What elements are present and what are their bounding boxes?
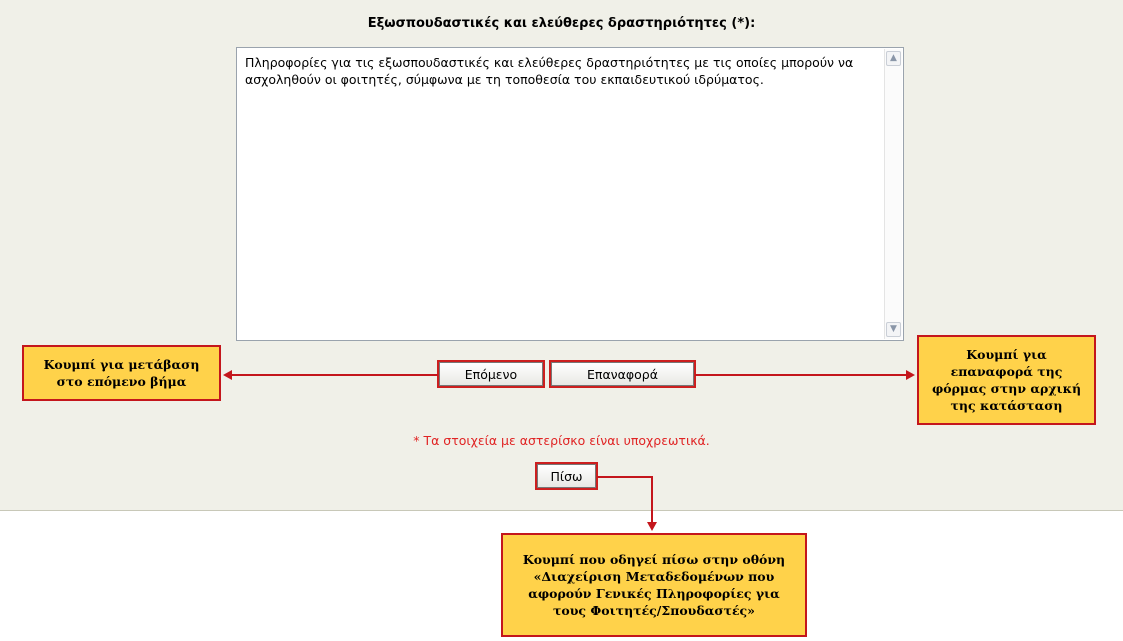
form-panel: Εξωσπουδαστικές και ελεύθερες δραστηριότ… (0, 0, 1123, 511)
textarea-scrollbar[interactable]: ▲ ▼ (884, 49, 902, 339)
scroll-up-icon[interactable]: ▲ (886, 51, 901, 66)
reset-button[interactable]: Επαναφορά (549, 360, 696, 388)
next-callout-text: Κουμπί για μετάβαση στο επόμενο βήμα (43, 357, 200, 389)
scroll-down-icon[interactable]: ▼ (886, 322, 901, 337)
required-fields-note: * Τα στοιχεία με αστερίσκο είναι υποχρεω… (413, 433, 710, 448)
reset-arrow-icon (906, 370, 915, 380)
back-callout-text: Κουμπί που οδηγεί πίσω στην οθόνη «Διαχε… (522, 552, 786, 618)
next-button[interactable]: Επόμενο (437, 360, 545, 388)
reset-callout-connector (695, 374, 907, 376)
reset-callout-text: Κουμπί για επαναφορά της φόρμας στην αρχ… (931, 347, 1082, 413)
next-arrow-icon (223, 370, 232, 380)
textarea-value[interactable]: Πληροφορίες για τις εξωσπουδαστικές και … (245, 54, 855, 88)
activities-textarea[interactable]: Πληροφορίες για τις εξωσπουδαστικές και … (236, 47, 904, 341)
back-callout-connector-v (651, 476, 653, 523)
reset-button-callout: Κουμπί για επαναφορά της φόρμας στην αρχ… (917, 335, 1096, 425)
next-callout-connector (232, 374, 438, 376)
back-arrow-icon (647, 522, 657, 531)
back-button[interactable]: Πίσω (535, 462, 598, 490)
next-button-callout: Κουμπί για μετάβαση στο επόμενο βήμα (22, 345, 221, 401)
activities-field-label: Εξωσπουδαστικές και ελεύθερες δραστηριότ… (367, 16, 756, 31)
back-callout-connector-h (597, 476, 653, 478)
back-button-callout: Κουμπί που οδηγεί πίσω στην οθόνη «Διαχε… (501, 533, 807, 637)
